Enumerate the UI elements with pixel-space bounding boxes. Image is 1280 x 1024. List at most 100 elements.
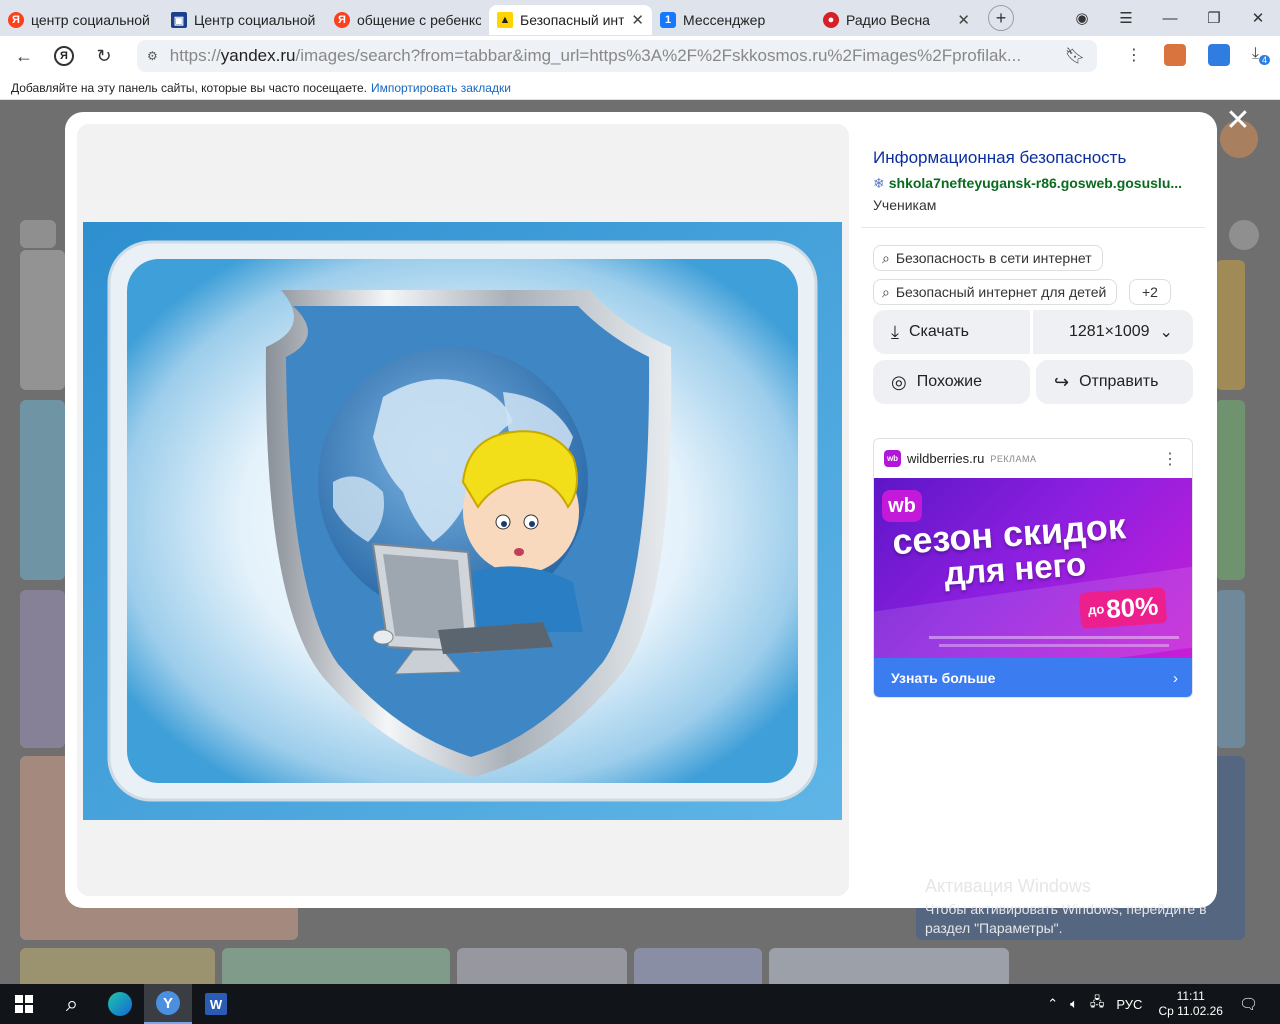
share-label: Отправить [1079,373,1159,390]
search-button[interactable]: ⌕ [48,984,96,1024]
close-window-icon[interactable]: ✕ [1236,9,1280,27]
extension-icon[interactable] [1163,44,1186,66]
more-icon[interactable]: ⋮ [1126,45,1142,65]
word-icon: W [205,993,227,1015]
close-tab-icon[interactable]: ✕ [957,11,970,29]
size-select[interactable]: 1281×1009 ⌄ [1033,310,1193,354]
clock[interactable]: 11:11 Ср 11.02.26 [1158,989,1223,1019]
search-icon: ⌕ [882,249,890,266]
url-field[interactable]: ⚙ https://yandex.ru/images/search?from=t… [137,40,1097,72]
bookmarks-bar: Добавляйте на эту панель сайты, которые … [0,76,1280,100]
window-controls: ◉ ☰ — ❐ ✕ [1060,0,1280,36]
filter-icon[interactable] [20,220,56,248]
bg-thumbnail [222,948,450,984]
url-host: yandex.ru [220,46,296,65]
ad-header: wb wildberries.ru РЕКЛАМА ⋮ [874,439,1192,478]
preview-image[interactable] [83,222,842,820]
restore-icon[interactable]: ❐ [1192,9,1236,27]
account-extension-icon[interactable] [1207,44,1230,66]
share-button[interactable]: ↪ Отправить [1036,360,1193,404]
discount-badge: до 80% [1078,587,1168,629]
tag-chip[interactable]: ⌕ Безопасный интернет для детей [873,279,1118,305]
start-button[interactable] [0,984,48,1024]
minimize-icon[interactable]: — [1148,10,1192,27]
result-title[interactable]: Информационная безопасность [873,148,1126,168]
ad-banner[interactable]: wb сезон скидок для него до 80% [874,478,1192,658]
activation-text: Чтобы активировать Windows, перейдите в … [925,901,1207,936]
download-icon: ⤓ [891,321,899,342]
bg-thumbnail [20,400,65,580]
bg-thumbnail [1216,590,1245,748]
word-taskbar-button[interactable]: W [192,984,240,1024]
bookmark-icon[interactable]: 🔖︎ [1065,46,1085,66]
similar-button[interactable]: ◎ Похожие [873,360,1030,404]
tab-4[interactable]: 1 Мессенджер [652,5,815,35]
legal-text-line [939,644,1169,647]
volume-icon[interactable]: 🔈︎ [1070,996,1078,1012]
chevron-right-icon: › [1173,669,1178,687]
discount-value: 80% [1105,590,1160,625]
url-rest: /images/search?from=tabbar&img_url=https… [295,46,1022,65]
camera-icon: ◎ [891,371,907,392]
ad-label: РЕКЛАМА [990,453,1037,464]
yandex-logo-icon[interactable]: Я [54,46,74,66]
profile-icon[interactable]: ◉ [1060,9,1104,27]
bg-thumbnail [20,948,215,984]
bg-thumbnail [634,948,762,984]
clock-time: 11:11 [1176,989,1205,1003]
more-tags-chip[interactable]: +2 [1129,279,1171,305]
site-emblem-icon: ❄ [873,175,885,191]
more-icon[interactable]: ⋮ [1162,449,1178,469]
close-modal-icon[interactable]: ✕ [1223,106,1253,136]
learn-more-button[interactable]: Узнать больше › [874,658,1192,697]
bg-thumbnail [1216,400,1245,580]
learn-more-label: Узнать больше [891,670,996,686]
tab-1[interactable]: ▣ Центр социальной [163,5,326,35]
source-link[interactable]: ❄ shkola7nefteyugansk-r86.gosweb.gosuslu.… [873,175,1191,192]
wildberries-logo-icon: wb [884,450,901,467]
tab-0[interactable]: Я центр социальной [0,5,163,35]
divider [861,227,1205,228]
download-button[interactable]: ⤓ Скачать [873,310,1030,354]
address-bar: ← Я ↻ ⚙ https://yandex.ru/images/search?… [0,36,1280,76]
url-prefix: https:// [169,46,221,65]
yandex-browser-taskbar-button[interactable]: Y [144,984,192,1024]
tab-title: Безопасный инте [520,12,625,28]
yandex-browser-icon: Y [156,991,180,1015]
ad-block[interactable]: wb wildberries.ru РЕКЛАМА ⋮ wb сезон ски… [873,438,1193,698]
tab-5[interactable]: ● Радио Весна ✕ [815,5,978,35]
legal-text-line [929,636,1179,639]
network-icon[interactable]: 🖧︎ [1090,993,1105,1015]
tag-label: Безопасный интернет для детей [895,284,1107,300]
search-icon: ⌕ [882,283,890,300]
bg-thumbnail [457,948,627,984]
edge-taskbar-button[interactable] [96,984,144,1024]
download-label: Скачать [908,323,969,340]
language-indicator[interactable]: РУС [1116,997,1142,1012]
notifications-icon[interactable]: 🗨︎ [1239,995,1258,1013]
reload-icon[interactable]: ↻ [86,46,122,67]
close-tab-icon[interactable]: ✕ [631,11,644,29]
toolbar-right: ⋮ ⤓ 4 [1126,44,1270,66]
next-arrow-icon[interactable] [1229,220,1259,250]
downloads-badge: 4 [1258,54,1270,65]
tag-chip[interactable]: ⌕ Безопасность в сети интернет [873,245,1103,271]
chevron-up-icon[interactable]: ⌃ [1047,996,1058,1012]
site-info-icon[interactable]: ⚙ [147,49,158,63]
import-bookmarks-link[interactable]: Импортировать закладки [371,81,511,95]
tab-3-active[interactable]: ▲ Безопасный инте ✕ [489,5,652,35]
similar-label: Похожие [916,373,983,390]
url-text: https://yandex.ru/images/search?from=tab… [170,46,1065,66]
source-domain: shkola7nefteyugansk-r86.gosweb.gosuslu..… [888,175,1183,191]
tab-2[interactable]: Я общение с ребенко [326,5,489,35]
bg-thumbnail [20,590,65,748]
new-tab-button[interactable]: + [988,5,1014,31]
back-icon[interactable]: ← [6,46,42,67]
tab-title: общение с ребенко [357,12,481,28]
bg-thumbnail [769,948,1009,984]
menu-icon[interactable]: ☰ [1104,9,1148,27]
messenger-icon: 1 [660,12,676,28]
source-category: Ученикам [873,197,937,213]
downloads-icon[interactable]: ⤓ 4 [1252,45,1270,65]
edge-icon [108,992,132,1016]
